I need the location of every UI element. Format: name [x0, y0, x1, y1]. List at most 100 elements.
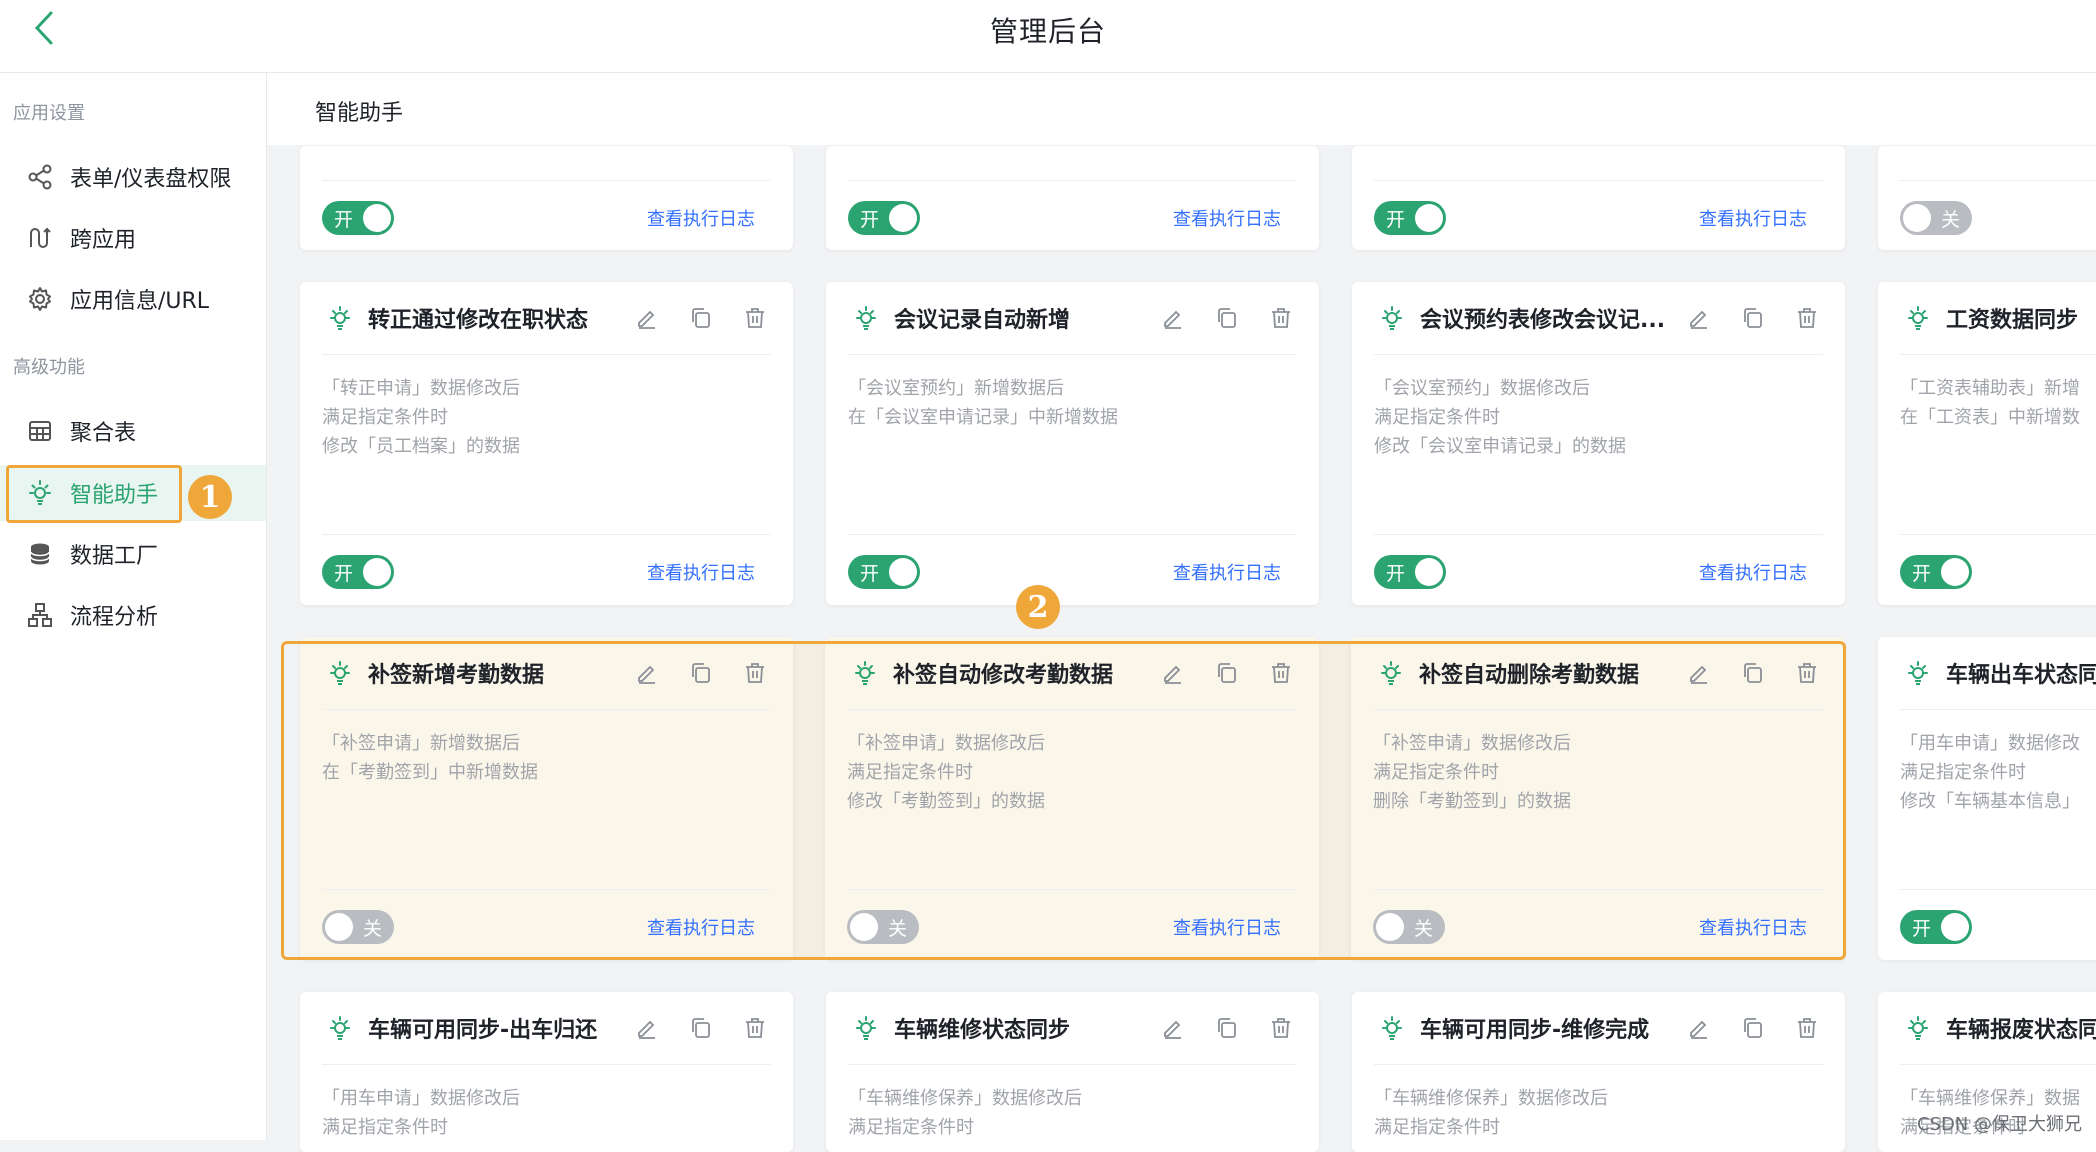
delete-icon[interactable]	[1791, 657, 1823, 689]
rule-card[interactable]: 车辆可用同步-出车归还 「用车申请」数据修改后 满足指定条件时	[300, 992, 793, 1152]
enable-toggle[interactable]: 关	[1373, 910, 1445, 944]
sidebar-item-cross-app[interactable]: 跨应用	[0, 210, 266, 266]
rule-card[interactable]: 补签自动删除考勤数据 「补签申请」数据修改后 满足指定条件时 删除「考勤签到」的…	[1351, 637, 1845, 960]
edit-icon[interactable]	[1157, 302, 1189, 334]
rule-card[interactable]: 补签自动修改考勤数据 「补签申请」数据修改后 满足指定条件时 修改「考勤签到」的…	[825, 637, 1319, 960]
rule-card[interactable]: 会议预约表修改会议记... 「会议室预约」数据修改后 满足指定条件时 修改「会议…	[1352, 282, 1845, 605]
rule-card: 开 查看执行日志	[826, 146, 1319, 250]
view-log-link[interactable]: 查看执行日志	[647, 205, 755, 231]
desc-line: 满足指定条件时	[847, 762, 973, 783]
view-log-link[interactable]: 查看执行日志	[647, 914, 755, 940]
sidebar-item-flow-analysis[interactable]: 流程分析	[0, 587, 266, 643]
view-log-link[interactable]: 查看执行日志	[1173, 205, 1281, 231]
card-header: 转正通过修改在职状态	[322, 282, 771, 355]
delete-icon[interactable]	[1791, 1012, 1823, 1044]
copy-icon[interactable]	[1737, 302, 1769, 334]
enable-toggle[interactable]: 开	[1374, 201, 1446, 235]
copy-icon[interactable]	[685, 302, 717, 334]
rule-card[interactable]: 工资数据同步 「工资表辅助表」新增 在「工资表」中新增数 开	[1878, 282, 2096, 605]
edit-icon[interactable]	[1683, 302, 1715, 334]
desc-line: 在「会议室申请记录」中新增数据	[848, 407, 1118, 428]
delete-icon[interactable]	[1791, 302, 1823, 334]
page-title: 管理后台	[989, 15, 1106, 48]
rule-card[interactable]: 车辆维修状态同步 「车辆维修保养」数据修改后 满足指定条件时	[826, 992, 1319, 1152]
edit-icon[interactable]	[631, 1012, 663, 1044]
toggle-knob	[1376, 913, 1404, 941]
enable-toggle[interactable]: 关	[322, 910, 394, 944]
card-description: 「车辆维修保养」数据修改后 满足指定条件时	[1374, 1084, 1825, 1142]
delete-icon[interactable]	[1265, 302, 1297, 334]
delete-icon[interactable]	[1265, 1012, 1297, 1044]
copy-icon[interactable]	[685, 657, 717, 689]
highlight-gap	[793, 644, 825, 957]
copy-icon[interactable]	[1737, 1012, 1769, 1044]
copy-icon[interactable]	[685, 1012, 717, 1044]
desc-line: 修改「会议室申请记录」的数据	[1374, 436, 1626, 457]
desc-line: 「车辆维修保养」数据	[1900, 1088, 2080, 1109]
copy-icon[interactable]	[1211, 657, 1243, 689]
edit-icon[interactable]	[1683, 657, 1715, 689]
view-log-link[interactable]: 查看执行日志	[647, 559, 755, 585]
delete-icon[interactable]	[739, 657, 771, 689]
enable-toggle[interactable]: 开	[1900, 910, 1972, 944]
edit-icon[interactable]	[1157, 1012, 1189, 1044]
desc-line: 「车辆维修保养」数据修改后	[848, 1088, 1082, 1109]
view-log-link[interactable]: 查看执行日志	[1173, 559, 1281, 585]
desc-line: 满足指定条件时	[1900, 762, 2026, 783]
card-header: 车辆维修状态同步	[848, 992, 1297, 1065]
delete-icon[interactable]	[739, 302, 771, 334]
sidebar-group-advanced: 高级功能	[13, 357, 85, 378]
view-log-link[interactable]: 查看执行日志	[1173, 914, 1281, 940]
desc-line: 「补签申请」新增数据后	[322, 733, 520, 754]
edit-icon[interactable]	[631, 657, 663, 689]
gear-icon	[26, 285, 54, 313]
toggle-label: 开	[860, 209, 880, 231]
desc-line: 「补签申请」数据修改后	[847, 733, 1045, 754]
edit-icon[interactable]	[1157, 657, 1189, 689]
card-title: 车辆维修状态同步	[894, 1018, 1071, 1043]
toggle-label: 开	[334, 209, 354, 231]
view-log-link[interactable]: 查看执行日志	[1699, 914, 1807, 940]
delete-icon[interactable]	[1265, 657, 1297, 689]
bulb-icon	[1902, 302, 1934, 334]
edit-icon[interactable]	[1683, 1012, 1715, 1044]
card-footer: 开 查看执行日志	[1374, 534, 1823, 605]
sidebar-item-aggregate-table[interactable]: 聚合表	[0, 403, 266, 459]
card-description: 「工资表辅助表」新增 在「工资表」中新增数	[1900, 374, 2096, 432]
rule-card[interactable]: 车辆可用同步-维修完成 「车辆维修保养」数据修改后 满足指定条件时	[1352, 992, 1845, 1152]
copy-icon[interactable]	[1211, 302, 1243, 334]
enable-toggle[interactable]: 开	[322, 555, 394, 589]
bulb-icon	[1375, 657, 1407, 689]
view-log-link[interactable]: 查看执行日志	[1699, 559, 1807, 585]
enable-toggle[interactable]: 开	[848, 201, 920, 235]
copy-icon[interactable]	[1737, 657, 1769, 689]
bulb-icon	[324, 657, 356, 689]
desc-line: 修改「考勤签到」的数据	[847, 791, 1045, 812]
rule-card[interactable]: 转正通过修改在职状态 「转正申请」数据修改后 满足指定条件时 修改「员工档案」的…	[300, 282, 793, 605]
sidebar-item-label: 流程分析	[70, 605, 159, 630]
enable-toggle[interactable]: 关	[847, 910, 919, 944]
enable-toggle[interactable]: 开	[322, 201, 394, 235]
desc-line: 「用车申请」数据修改	[1900, 733, 2080, 754]
bulb-icon	[1376, 1012, 1408, 1044]
view-log-link[interactable]: 查看执行日志	[1699, 205, 1807, 231]
enable-toggle[interactable]: 开	[848, 555, 920, 589]
card-header: 补签自动删除考勤数据	[1373, 637, 1823, 710]
enable-toggle[interactable]: 关	[1900, 201, 1972, 235]
card-title: 车辆出车状态同	[1946, 663, 2096, 688]
rule-card[interactable]: 会议记录自动新增 「会议室预约」新增数据后 在「会议室申请记录」中新增数据 开 …	[826, 282, 1319, 605]
card-description: 「用车申请」数据修改后 满足指定条件时	[322, 1084, 773, 1142]
copy-icon[interactable]	[1211, 1012, 1243, 1044]
sidebar-item-app-info[interactable]: 应用信息/URL	[0, 271, 266, 327]
toggle-label: 关	[362, 918, 382, 940]
rule-card[interactable]: 补签新增考勤数据 「补签申请」新增数据后 在「考勤签到」中新增数据 关 查看执行…	[300, 637, 793, 960]
flow-icon	[26, 601, 54, 629]
enable-toggle[interactable]: 开	[1374, 555, 1446, 589]
edit-icon[interactable]	[631, 302, 663, 334]
delete-icon[interactable]	[739, 1012, 771, 1044]
enable-toggle[interactable]: 开	[1900, 555, 1972, 589]
card-title: 会议预约表修改会议记...	[1420, 308, 1666, 333]
rule-card[interactable]: 车辆出车状态同 「用车申请」数据修改 满足指定条件时 修改「车辆基本信息」 开	[1878, 637, 2096, 960]
sidebar-item-data-factory[interactable]: 数据工厂	[0, 526, 266, 582]
sidebar-item-form-permissions[interactable]: 表单/仪表盘权限	[0, 149, 266, 205]
